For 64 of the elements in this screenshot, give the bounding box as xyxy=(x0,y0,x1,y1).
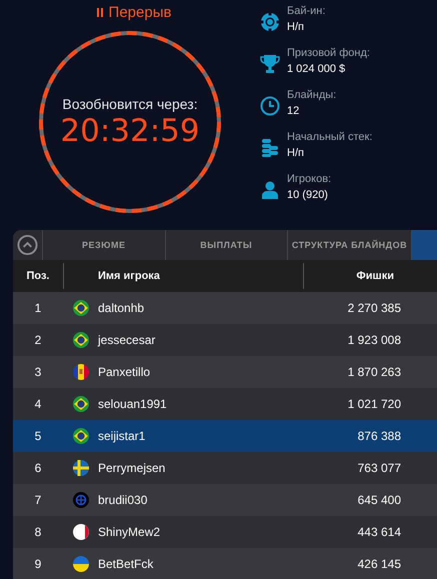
player-name: BetBetFck xyxy=(98,557,154,571)
chips-cell-text: 1 870 263 xyxy=(346,365,401,379)
flag-icon xyxy=(73,556,89,572)
pause-icon xyxy=(96,8,103,16)
info-value: Н/п xyxy=(287,146,305,161)
trophy-icon xyxy=(260,54,280,74)
chips-cell-text: 443 614 xyxy=(356,525,401,539)
flag-icon xyxy=(73,460,89,476)
player-name: seijistar1 xyxy=(98,429,146,443)
player-name: daltonhb xyxy=(98,301,144,315)
table-row[interactable]: 7 brudii030 645 400 xyxy=(13,484,437,516)
break-status: Перерыв xyxy=(96,2,172,22)
player-name: jessecesar xyxy=(98,333,156,347)
info-value: 12 xyxy=(287,104,300,119)
info-label: Бай-ин: xyxy=(287,4,326,19)
timer-caption: Возобновится через: xyxy=(62,96,198,112)
flag-icon xyxy=(73,428,89,444)
flag-icon xyxy=(73,364,89,380)
info-label: Блайнды: xyxy=(287,88,336,103)
user-icon xyxy=(260,180,280,200)
position-cell-text: 4 xyxy=(34,396,42,413)
table-row[interactable]: 5 seijistar1 876 388 xyxy=(13,420,437,452)
flag-icon xyxy=(73,524,89,540)
chips-cell-text: 426 145 xyxy=(356,557,401,571)
tab-bar-accent xyxy=(412,230,437,260)
chips-cell-text: 1 021 720 xyxy=(346,397,401,411)
table-row[interactable]: 9 BetBetFck 426 145 xyxy=(13,548,437,579)
info-value: Н/п xyxy=(287,20,305,35)
position-cell-text: 6 xyxy=(34,460,42,477)
position-cell-text: 2 xyxy=(34,332,42,349)
flag-icon xyxy=(73,396,89,412)
player-name: Perrymejsen xyxy=(98,461,166,475)
info-label: Начальный стек: xyxy=(287,130,372,145)
coins-icon xyxy=(260,138,280,158)
flag-icon xyxy=(73,332,89,348)
clock-icon xyxy=(260,96,280,116)
position-cell-text: 8 xyxy=(34,524,42,541)
info-label: Игроков: xyxy=(287,172,332,187)
player-name: ShinyMew2 xyxy=(98,525,160,539)
position-cell-text: 3 xyxy=(34,364,42,381)
position-cell-text: 5 xyxy=(34,428,42,445)
table-row[interactable]: 1 daltonhb 2 270 385 xyxy=(13,292,437,324)
info-value: 1 024 000 $ xyxy=(287,62,346,77)
chips-cell-text: 763 077 xyxy=(356,461,401,475)
player-name: selouan1991 xyxy=(98,397,167,411)
chips-cell-text: 2 270 385 xyxy=(346,301,401,315)
flag-icon xyxy=(73,300,89,316)
position-cell-text: 9 xyxy=(34,556,42,573)
chips-cell-text: 1 923 008 xyxy=(346,333,401,347)
position-cell-text: 7 xyxy=(34,492,42,509)
chip-icon xyxy=(260,12,280,32)
countdown-time: 20:32:59 xyxy=(60,112,200,148)
table-row[interactable]: 3 Panxetillo 1 870 263 xyxy=(13,356,437,388)
chips-cell-text: 645 400 xyxy=(356,493,401,507)
column-header: Фишки xyxy=(355,270,394,282)
player-name: Panxetillo xyxy=(98,365,150,379)
flag-icon xyxy=(73,492,89,508)
info-label: Призовой фонд: xyxy=(287,46,370,61)
column-header: Поз. xyxy=(13,263,64,289)
player-name: brudii030 xyxy=(98,493,148,507)
position-cell-text: 1 xyxy=(34,300,42,317)
chips-cell-text: 876 388 xyxy=(356,429,401,443)
info-value: 10 (920) xyxy=(287,188,329,203)
column-header: Имя игрока xyxy=(64,263,304,289)
